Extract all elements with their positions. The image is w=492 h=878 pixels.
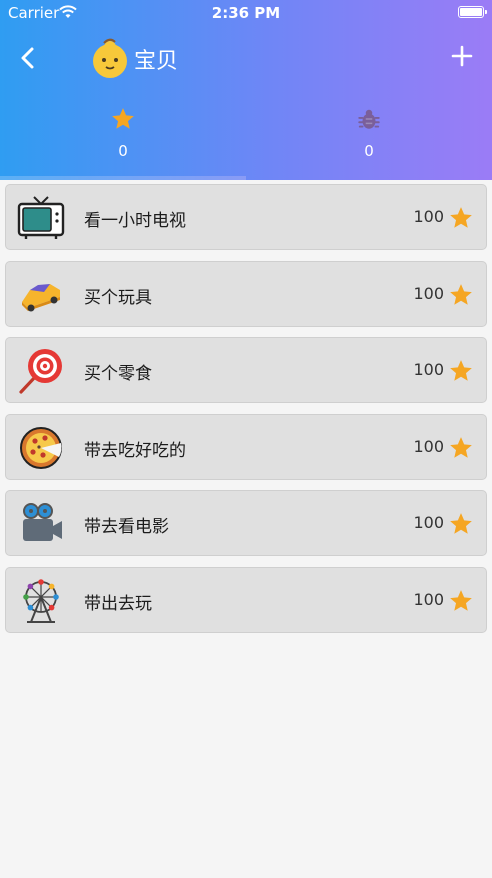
battery-icon <box>458 6 487 18</box>
reward-points: 100 <box>413 589 444 609</box>
reward-points: 100 <box>413 360 444 379</box>
list-item[interactable]: 买个玩具 100 <box>5 260 487 327</box>
list-item[interactable]: 买个零食 100 <box>5 337 487 403</box>
movie-camera-icon <box>23 503 62 541</box>
back-button[interactable] <box>14 44 42 72</box>
star-icon <box>450 283 472 305</box>
reward-label: 带出去玩 <box>84 593 152 614</box>
reward-label: 买个零食 <box>84 364 152 384</box>
list-item[interactable]: 看一小时电视 100 <box>5 184 487 250</box>
star-icon <box>450 436 472 458</box>
page-title: 宝贝 <box>134 49 179 74</box>
bugs-count: 0 <box>364 142 374 160</box>
star-icon <box>450 207 472 228</box>
tab-bugs[interactable]: 0 <box>246 100 492 170</box>
star-icon <box>450 513 472 534</box>
reward-label: 看一小时电视 <box>84 211 186 231</box>
add-button[interactable] <box>450 44 474 68</box>
lollipop-icon <box>19 349 62 394</box>
reward-label: 买个玩具 <box>84 287 152 308</box>
status-time: 2:36 PM <box>211 4 281 22</box>
header: Carrier 2:36 PM 宝贝 0 0 <box>0 0 492 180</box>
bug-icon <box>358 109 380 129</box>
reward-label: 带去看电影 <box>84 517 169 537</box>
reward-points: 100 <box>413 513 444 532</box>
pizza-icon <box>20 426 62 469</box>
list-item[interactable]: 带去看电影 100 <box>5 490 487 556</box>
status-bar: Carrier 2:36 PM <box>0 0 492 26</box>
ferris-wheel-icon <box>23 578 59 623</box>
star-icon <box>450 589 472 611</box>
tab-stars[interactable]: 0 <box>0 100 246 170</box>
reward-label: 带去吃好吃的 <box>84 440 186 461</box>
list-item[interactable]: 带出去玩 100 <box>5 566 487 633</box>
star-icon <box>112 108 134 129</box>
tab-indicator <box>0 176 246 180</box>
reward-points: 100 <box>413 436 444 456</box>
stats-bar: 0 0 <box>0 100 492 170</box>
nav-bar: 宝贝 <box>0 30 492 86</box>
list-item[interactable]: 带去吃好吃的 100 <box>5 413 487 480</box>
baby-face-icon <box>93 38 127 78</box>
reward-list: 看一小时电视 100 买个玩具 100 买个零食 100 带去吃好吃的 100 … <box>5 184 487 643</box>
toy-car-icon <box>22 283 60 311</box>
stars-count: 0 <box>118 142 128 160</box>
tv-icon <box>17 196 65 239</box>
reward-points: 100 <box>413 207 444 226</box>
star-icon <box>450 360 472 381</box>
reward-points: 100 <box>413 283 444 303</box>
